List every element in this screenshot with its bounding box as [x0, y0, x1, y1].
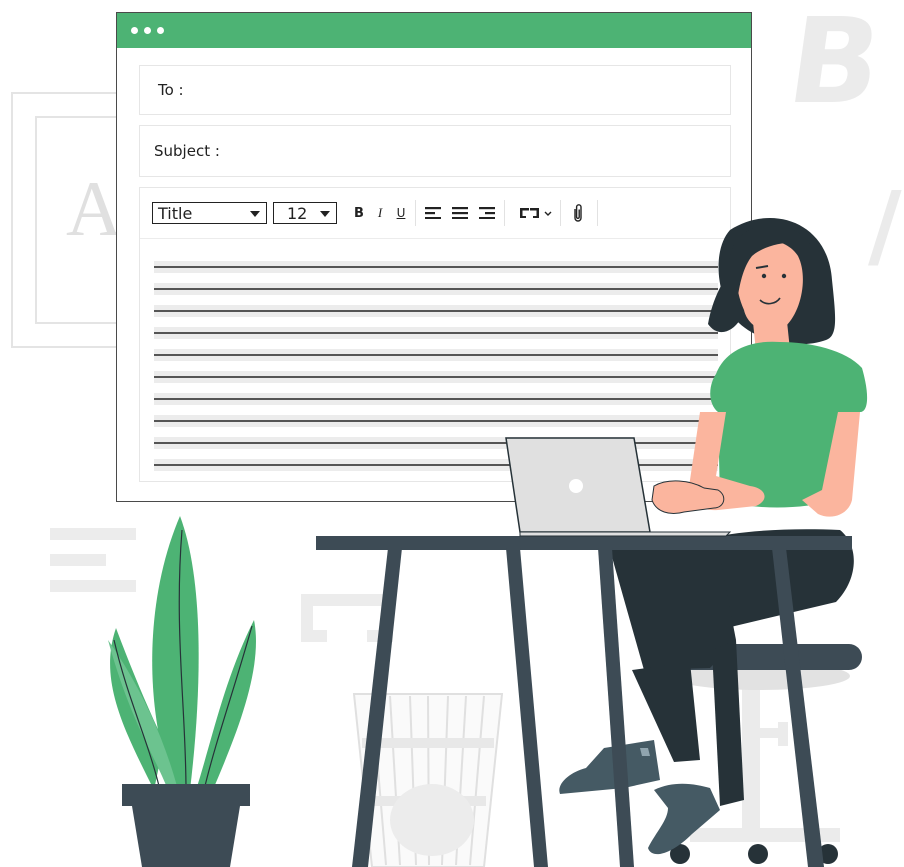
underline-button[interactable]: U: [392, 202, 410, 224]
subject-field[interactable]: Subject :: [139, 125, 731, 177]
align-center-icon[interactable]: [450, 202, 470, 224]
illustration-stage: B / A To : Subject: Title 12 B I U: [0, 0, 904, 867]
background-letter-a: A: [66, 165, 123, 252]
hands: [651, 480, 725, 514]
background-letter-b: B: [780, 0, 890, 130]
style-select[interactable]: Title: [152, 202, 267, 224]
window-titlebar: [117, 13, 751, 48]
window-control-dot[interactable]: [131, 27, 138, 34]
subject-label: Subject :: [154, 142, 220, 160]
to-label: To :: [158, 81, 184, 99]
window-control-dot[interactable]: [144, 27, 151, 34]
font-size-select[interactable]: 12: [273, 202, 337, 224]
potted-plant: [108, 516, 256, 867]
chevron-down-icon: [250, 211, 260, 217]
toolbar-separator: [415, 200, 416, 226]
align-left-icon[interactable]: [423, 202, 443, 224]
toolbar-separator: [504, 200, 505, 226]
font-size-value: 12: [287, 203, 308, 223]
bold-button[interactable]: B: [350, 202, 368, 224]
style-select-value: Title: [158, 203, 193, 223]
align-right-icon[interactable]: [477, 202, 497, 224]
chevron-down-icon: [320, 211, 330, 217]
desk-legs: [352, 548, 824, 867]
window-control-dot[interactable]: [157, 27, 164, 34]
to-field[interactable]: To :: [139, 65, 731, 115]
italic-button[interactable]: I: [372, 202, 388, 224]
